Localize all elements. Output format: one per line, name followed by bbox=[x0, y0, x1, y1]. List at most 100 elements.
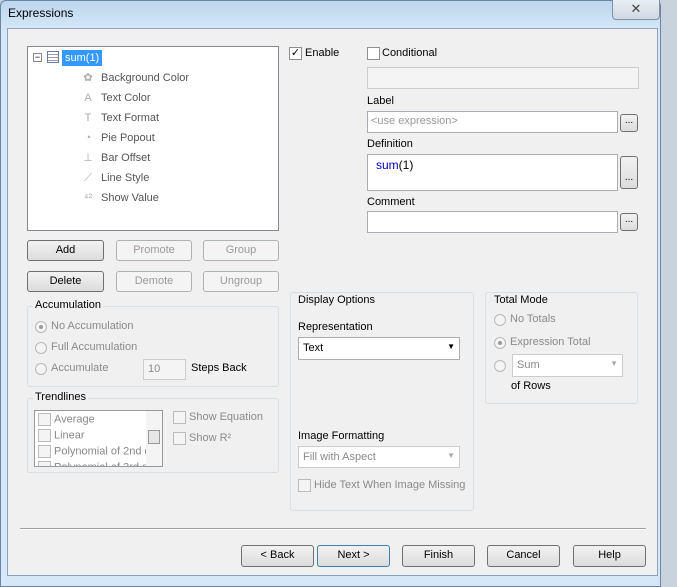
add-button[interactable]: Add bbox=[27, 240, 104, 261]
trendline-label: Polynomial of 2nd d bbox=[54, 445, 151, 458]
conditional-checkbox[interactable] bbox=[367, 47, 380, 60]
trendline-checkbox[interactable] bbox=[38, 445, 51, 458]
hide-text-label: Hide Text When Image Missing bbox=[314, 479, 466, 491]
tree-item-label: Text Format bbox=[101, 112, 160, 124]
sum-radio[interactable] bbox=[494, 360, 506, 372]
definition-edit-button[interactable]: ... bbox=[620, 156, 638, 189]
tree-item-label: Bar Offset bbox=[101, 152, 151, 164]
show-equation-label: Show Equation bbox=[189, 411, 263, 423]
promote-button[interactable]: Promote bbox=[116, 240, 192, 261]
group-button[interactable]: Group bbox=[203, 240, 279, 261]
delete-button[interactable]: Delete bbox=[27, 271, 104, 292]
tree-item-label: Show Value bbox=[101, 192, 159, 204]
text-color-icon: A bbox=[84, 92, 92, 104]
show-equation-checkbox[interactable] bbox=[173, 411, 186, 424]
trendlines-title: Trendlines bbox=[33, 391, 88, 403]
full-accumulation-radio[interactable] bbox=[35, 342, 47, 354]
trendline-label: Linear bbox=[54, 429, 85, 442]
enable-checkbox[interactable]: ✓ bbox=[289, 47, 302, 60]
conditional-input[interactable] bbox=[367, 67, 639, 89]
hide-text-checkbox[interactable] bbox=[298, 479, 311, 492]
help-button[interactable]: Help bbox=[573, 545, 646, 567]
next-button[interactable]: Next > bbox=[317, 545, 390, 567]
label-edit-button[interactable]: ... bbox=[620, 114, 638, 132]
palette-icon: ✿ bbox=[83, 72, 93, 84]
accumulate-radio[interactable] bbox=[35, 363, 47, 375]
tree-item-label: Pie Popout bbox=[101, 132, 155, 144]
tree-item[interactable]: A Text Color bbox=[81, 90, 151, 106]
tree-item[interactable]: ◔ Pie Popout bbox=[81, 130, 155, 146]
tree-item-label: Text Color bbox=[101, 92, 151, 104]
representation-select[interactable]: Text ▼ bbox=[298, 337, 460, 360]
label-title: Label bbox=[367, 95, 394, 107]
cancel-button[interactable]: Cancel bbox=[487, 545, 560, 567]
tree-item[interactable]: ⁴² Show Value bbox=[81, 190, 159, 206]
trendline-checkbox[interactable] bbox=[38, 461, 51, 466]
comment-input[interactable] bbox=[367, 211, 618, 233]
tree-item[interactable]: ⟋ Line Style bbox=[81, 170, 149, 186]
accumulate-label: Accumulate bbox=[51, 362, 109, 374]
image-formatting-select[interactable]: Fill with Aspect ▼ bbox=[298, 446, 460, 468]
full-accumulation-label: Full Accumulation bbox=[51, 341, 138, 353]
no-totals-radio[interactable] bbox=[494, 314, 506, 326]
conditional-label: Conditional bbox=[382, 47, 438, 59]
chevron-down-icon: ▼ bbox=[447, 342, 455, 351]
definition-function: sum bbox=[376, 158, 399, 172]
pie-icon: ◔ bbox=[84, 132, 92, 144]
demote-button[interactable]: Demote bbox=[116, 271, 192, 292]
tree-item[interactable]: ✿ Background Color bbox=[81, 70, 189, 86]
comment-title: Comment bbox=[367, 196, 415, 208]
trendline-item[interactable]: Polynomial of 3rd d bbox=[38, 461, 148, 466]
image-formatting-value: Fill with Aspect bbox=[303, 451, 376, 463]
trendlines-scrollbar[interactable] bbox=[146, 411, 162, 466]
trendline-item[interactable]: Linear bbox=[38, 429, 85, 442]
tree-item-label: Background Color bbox=[101, 72, 190, 84]
no-totals-label: No Totals bbox=[510, 313, 556, 325]
representation-value: Text bbox=[303, 342, 324, 354]
sum-select[interactable]: Sum ▼ bbox=[512, 354, 623, 377]
sum-value: Sum bbox=[517, 359, 540, 371]
tree-item[interactable]: ⊥ Bar Offset bbox=[81, 150, 150, 166]
trendline-item[interactable]: Average bbox=[38, 413, 95, 426]
comment-edit-button[interactable]: ... bbox=[620, 213, 638, 231]
trendlines-list[interactable]: Average Linear Polynomial of 2nd d Polynomi… bbox=[34, 410, 163, 467]
separator bbox=[20, 528, 646, 530]
tree-item-sum[interactable]: sum(1) bbox=[62, 50, 103, 66]
display-options-title: Display Options bbox=[298, 294, 376, 306]
steps-value: 10 bbox=[148, 363, 161, 375]
expression-tree[interactable]: − sum(1) ✿ Background Color A Text Color T Te… bbox=[27, 46, 279, 231]
bar-offset-icon: ⊥ bbox=[83, 152, 93, 164]
collapse-icon[interactable]: − bbox=[33, 53, 42, 62]
steps-back-stepper[interactable]: 10 bbox=[143, 359, 186, 380]
tree-item[interactable]: T Text Format bbox=[81, 110, 159, 126]
trendline-checkbox[interactable] bbox=[38, 413, 51, 426]
expression-total-radio[interactable] bbox=[494, 337, 506, 349]
chevron-down-icon: ▼ bbox=[447, 451, 455, 460]
table-icon bbox=[47, 51, 59, 63]
trendline-checkbox[interactable] bbox=[38, 429, 51, 442]
ungroup-button[interactable]: Ungroup bbox=[203, 271, 279, 292]
close-button[interactable]: ✕ bbox=[612, 0, 660, 20]
dialog-title: Expressions bbox=[8, 6, 74, 20]
of-rows-label: of Rows bbox=[511, 380, 551, 392]
show-r2-checkbox[interactable] bbox=[173, 432, 186, 445]
back-button[interactable]: < Back bbox=[241, 545, 314, 567]
no-accumulation-label: No Accumulation bbox=[51, 320, 134, 332]
trendline-label: Polynomial of 3rd d bbox=[54, 461, 148, 466]
show-r2-label: Show R² bbox=[189, 432, 232, 444]
accumulation-title: Accumulation bbox=[33, 299, 104, 311]
steps-back-label: Steps Back bbox=[191, 362, 247, 374]
trendline-label: Average bbox=[54, 413, 95, 426]
text-format-icon: T bbox=[84, 112, 92, 124]
trendline-item[interactable]: Polynomial of 2nd d bbox=[38, 445, 151, 458]
tree-item-label: Line Style bbox=[101, 172, 150, 184]
chevron-down-icon: ▼ bbox=[610, 359, 618, 368]
enable-label: Enable bbox=[305, 47, 340, 59]
label-input[interactable]: <use expression> bbox=[367, 111, 618, 133]
definition-args: (1) bbox=[398, 158, 414, 172]
definition-input[interactable]: sum(1) bbox=[367, 154, 618, 191]
finish-button[interactable]: Finish bbox=[402, 545, 475, 567]
line-style-icon: ⟋ bbox=[84, 172, 92, 184]
representation-label: Representation bbox=[298, 321, 373, 333]
no-accumulation-radio[interactable] bbox=[35, 321, 47, 333]
